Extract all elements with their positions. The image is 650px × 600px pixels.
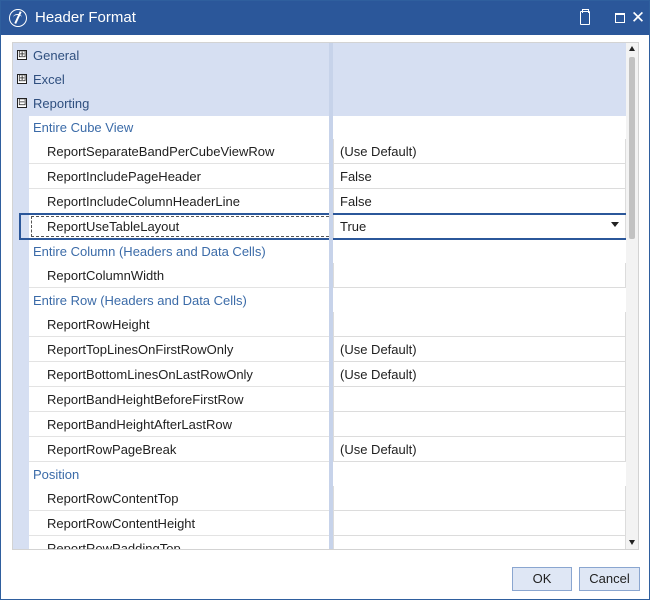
- property-name-cell[interactable]: ReportColumnWidth: [29, 263, 329, 288]
- property-row[interactable]: ReportTopLinesOnFirstRowOnly (Use Defaul…: [13, 337, 626, 362]
- selection-highlight: [19, 213, 632, 240]
- header-format-dialog: Header Format ✕ ⊞ General ⊞ Excel ⊟ Repo…: [0, 0, 650, 600]
- section-entire-column: Entire Column (Headers and Data Cells): [13, 239, 626, 264]
- ok-button[interactable]: OK: [512, 567, 572, 591]
- property-name-cell[interactable]: ReportRowHeight: [29, 312, 329, 337]
- property-value: (Use Default): [340, 342, 417, 357]
- category-label: Excel: [33, 72, 65, 87]
- scroll-thumb[interactable]: [629, 57, 635, 239]
- property-name-cell[interactable]: ReportTopLinesOnFirstRowOnly: [29, 337, 329, 362]
- property-row[interactable]: ReportRowPageBreak (Use Default): [13, 437, 626, 462]
- property-name: ReportRowPageBreak: [47, 442, 177, 457]
- close-icon: ✕: [630, 8, 646, 27]
- category-label: General: [33, 48, 80, 63]
- scroll-down-arrow-icon[interactable]: [629, 540, 635, 545]
- property-name: ReportRowPaddingTop: [47, 541, 181, 550]
- section-entire-cube-view: Entire Cube View: [13, 115, 626, 140]
- property-row[interactable]: ReportRowContentHeight: [13, 511, 626, 536]
- property-name-cell[interactable]: ReportIncludeColumnHeaderLine: [29, 189, 329, 214]
- property-row[interactable]: ReportRowHeight: [13, 312, 626, 337]
- property-value-cell[interactable]: [333, 486, 626, 511]
- section-label: Entire Row (Headers and Data Cells): [33, 293, 247, 308]
- property-row[interactable]: ReportColumnWidth: [13, 263, 626, 288]
- maximize-button[interactable]: [610, 8, 630, 28]
- property-name-cell[interactable]: ReportBandHeightBeforeFirstRow: [29, 387, 329, 412]
- app-logo-icon: [9, 9, 27, 27]
- property-value-cell[interactable]: [333, 536, 626, 549]
- property-value: (Use Default): [340, 144, 417, 159]
- window-title: Header Format: [35, 9, 136, 26]
- property-name-cell[interactable]: ReportRowPageBreak: [29, 437, 329, 462]
- property-row-selected[interactable]: ReportUseTableLayout True: [13, 213, 632, 240]
- category-reporting[interactable]: ⊟ Reporting: [13, 91, 626, 116]
- category-excel[interactable]: ⊞ Excel: [13, 67, 626, 92]
- collapse-icon[interactable]: ⊟: [17, 98, 27, 108]
- category-label: Reporting: [33, 96, 90, 111]
- property-row[interactable]: ReportBandHeightBeforeFirstRow: [13, 387, 626, 412]
- section-position: Position: [13, 462, 626, 487]
- property-value-cell[interactable]: (Use Default): [333, 362, 626, 387]
- property-name: ReportRowContentHeight: [47, 516, 196, 531]
- property-value-cell[interactable]: False: [333, 164, 626, 189]
- property-value: False: [340, 169, 372, 184]
- title-bar: Header Format ✕: [1, 1, 649, 35]
- property-name-cell[interactable]: ReportRowContentTop: [29, 486, 329, 511]
- property-value-cell[interactable]: (Use Default): [333, 437, 626, 462]
- scroll-up-arrow-icon[interactable]: [629, 46, 635, 51]
- property-grid: ⊞ General ⊞ Excel ⊟ Reporting Entire Cub…: [12, 42, 639, 550]
- property-value: (Use Default): [340, 367, 417, 382]
- property-row[interactable]: ReportIncludeColumnHeaderLine False: [13, 189, 626, 214]
- property-value-cell[interactable]: [333, 387, 626, 412]
- vertical-scrollbar[interactable]: [626, 43, 638, 549]
- property-name-cell[interactable]: ReportSeparateBandPerCubeViewRow: [29, 139, 329, 164]
- cancel-button[interactable]: Cancel: [579, 567, 640, 591]
- section-entire-row: Entire Row (Headers and Data Cells): [13, 288, 626, 313]
- property-row[interactable]: ReportSeparateBandPerCubeViewRow (Use De…: [13, 139, 626, 164]
- property-name: ReportTopLinesOnFirstRowOnly: [47, 342, 234, 357]
- property-value: (Use Default): [340, 442, 417, 457]
- property-name: ReportIncludeColumnHeaderLine: [47, 194, 240, 209]
- property-name: ReportRowContentTop: [47, 491, 179, 506]
- property-row[interactable]: ReportIncludePageHeader False: [13, 164, 626, 189]
- property-name: ReportSeparateBandPerCubeViewRow: [47, 144, 275, 159]
- clipboard-icon: [580, 9, 590, 25]
- property-name: ReportBandHeightBeforeFirstRow: [47, 392, 244, 407]
- property-value-cell[interactable]: (Use Default): [333, 139, 626, 164]
- property-name: ReportRowHeight: [47, 317, 150, 332]
- property-name-cell[interactable]: ReportRowContentHeight: [29, 511, 329, 536]
- property-name-cell[interactable]: ReportBandHeightAfterLastRow: [29, 412, 329, 437]
- property-name-cell[interactable]: ReportBottomLinesOnLastRowOnly: [29, 362, 329, 387]
- section-label: Entire Column (Headers and Data Cells): [33, 244, 266, 259]
- expand-icon[interactable]: ⊞: [17, 74, 27, 84]
- property-value-cell[interactable]: [333, 412, 626, 437]
- category-general[interactable]: ⊞ General: [13, 43, 626, 68]
- property-row[interactable]: ReportRowContentTop: [13, 486, 626, 511]
- expand-icon[interactable]: ⊞: [17, 50, 27, 60]
- section-label: Entire Cube View: [33, 120, 134, 135]
- property-name: ReportColumnWidth: [47, 268, 165, 283]
- property-row[interactable]: ReportBottomLinesOnLastRowOnly (Use Defa…: [13, 362, 626, 387]
- property-value-cell[interactable]: False: [333, 189, 626, 214]
- maximize-icon: [615, 13, 625, 23]
- property-value-cell[interactable]: [333, 263, 626, 288]
- column-divider[interactable]: [329, 43, 333, 549]
- property-name-cell[interactable]: ReportRowPaddingTop: [29, 536, 329, 550]
- property-name-cell[interactable]: ReportIncludePageHeader: [29, 164, 329, 189]
- property-name: ReportBandHeightAfterLastRow: [47, 417, 232, 432]
- section-label: Position: [33, 467, 80, 482]
- property-value-cell[interactable]: [333, 511, 626, 536]
- property-value-cell[interactable]: [333, 312, 626, 337]
- property-name: ReportBottomLinesOnLastRowOnly: [47, 367, 253, 382]
- property-name: ReportIncludePageHeader: [47, 169, 201, 184]
- close-button[interactable]: ✕: [628, 8, 648, 28]
- property-value: False: [340, 194, 372, 209]
- property-row[interactable]: ReportRowPaddingTop: [13, 536, 626, 550]
- clipboard-button[interactable]: [575, 8, 595, 28]
- property-row[interactable]: ReportBandHeightAfterLastRow: [13, 412, 626, 437]
- property-value-cell[interactable]: (Use Default): [333, 337, 626, 362]
